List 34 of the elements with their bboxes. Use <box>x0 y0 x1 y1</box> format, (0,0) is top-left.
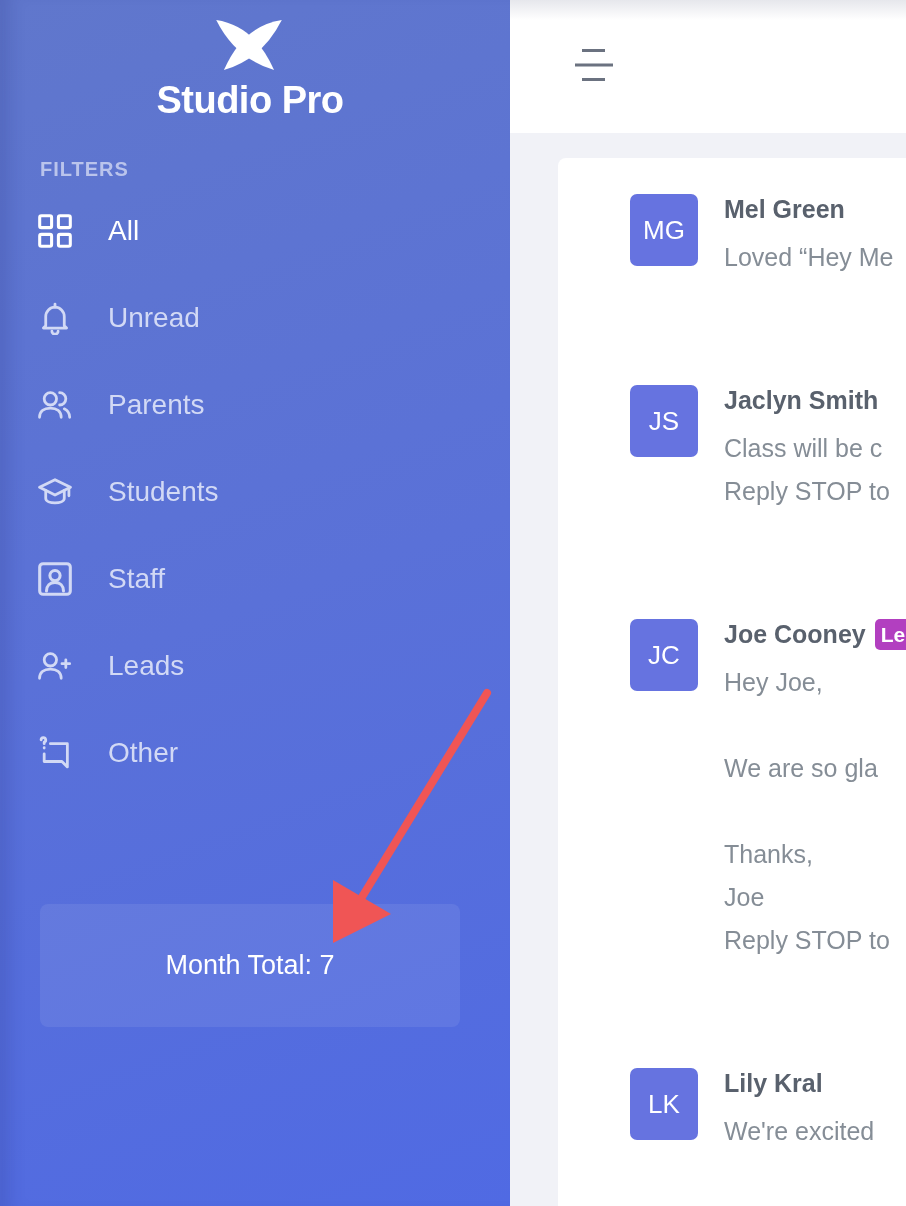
filter-item[interactable]: All <box>38 211 140 251</box>
sender-name: Joe Cooney <box>724 619 866 649</box>
message-line: Hey Joe, <box>724 667 823 698</box>
filter-item[interactable]: Unread <box>38 298 200 338</box>
menu-icon[interactable] <box>575 47 613 82</box>
user-plus-icon <box>38 649 72 683</box>
filter-item[interactable]: Other <box>38 733 179 773</box>
chat-question-icon <box>38 736 72 770</box>
avatar: JS <box>630 385 698 457</box>
grid-icon <box>38 214 72 248</box>
filter-item[interactable]: Students <box>38 472 219 512</box>
filter-item[interactable]: Staff <box>38 559 166 599</box>
avatar: MG <box>630 194 698 266</box>
tag-label: Le <box>874 618 906 650</box>
message-line: Reply STOP to <box>724 925 890 956</box>
filter-item[interactable]: Leads <box>38 646 185 686</box>
message-line: We're excited <box>724 1116 875 1147</box>
message-line: Thanks, <box>724 839 813 870</box>
person-card-icon <box>38 562 72 596</box>
avatar: LK <box>630 1068 698 1140</box>
month-total: Month Total: 7 <box>40 904 460 1027</box>
avatar: JC <box>630 619 698 691</box>
message-line: Class will be c <box>724 433 883 464</box>
sender-name: Lily Kral <box>724 1068 823 1098</box>
message-line: We are so gla <box>724 753 878 784</box>
message-line: Joe <box>724 882 765 913</box>
users-icon <box>38 388 72 422</box>
sender-name: Jaclyn Smith <box>724 385 879 415</box>
section-title: FILTERS <box>40 157 129 181</box>
message-line: Loved “Hey Me <box>724 242 894 273</box>
filter-item[interactable]: Parents <box>38 385 205 425</box>
sender-name: Mel Green <box>724 194 845 224</box>
message-line: Reply STOP to <box>724 476 890 507</box>
brand-name: Studio Pro <box>156 80 344 120</box>
